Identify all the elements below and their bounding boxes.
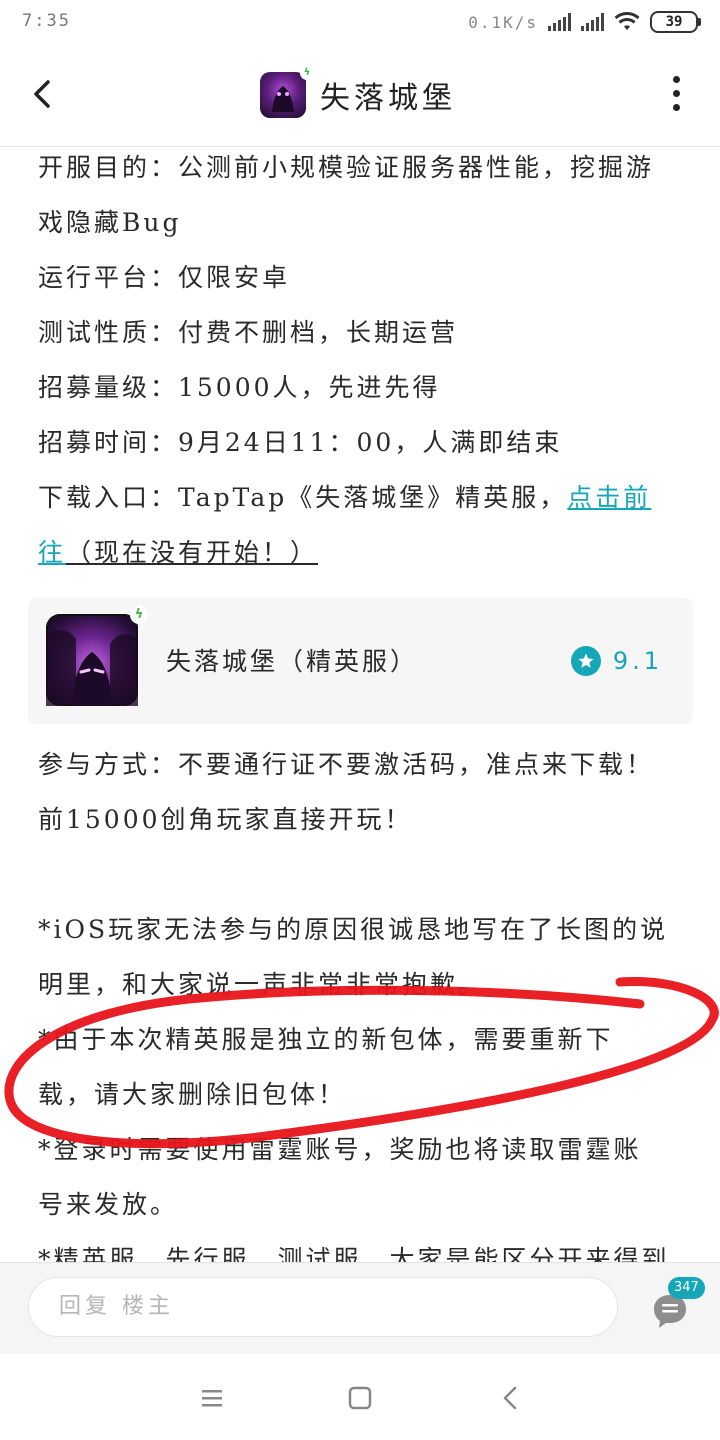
download-link[interactable]: 点击前 [567,483,651,512]
wifi-icon [614,12,640,30]
post-content: 开服目的：公测前小规模验证服务器性能，挖掘游 戏隐藏Bug 运行平台：仅限安卓 … [38,146,688,586]
rating-value: 9.1 [612,647,663,675]
post-line: 前15000创角玩家直接开玩！ [38,805,413,834]
post-line [38,853,688,908]
system-navigation [0,1354,720,1440]
status-bar: 7:35 0.1K/s 39 [0,0,720,44]
post-line: *由于本次精英服是独立的新包体，需要重新下 [38,1025,614,1054]
download-prefix: 下载入口：TapTap《失落城堡》精英服， [38,483,568,512]
nav-bar: ϟ 失落城堡 [0,44,720,147]
bolt-icon: ϟ [300,66,314,80]
signal-icon [548,13,571,31]
app-card[interactable]: ϟ 失落城堡（精英服） 9.1 [28,598,693,724]
menu-button[interactable] [198,1384,226,1412]
app-rating: 9.1 [570,646,663,676]
post-line: 戏隐藏Bug [38,208,182,237]
post-content-2: 参与方式：不要通行证不要激活码，准点来下载！ 前15000创角玩家直接开玩！ *… [38,743,688,1293]
comment-count-badge: 347 [668,1277,705,1299]
chevron-left-icon [34,80,50,108]
download-line: 下载入口：TapTap《失落城堡》精英服，点击前 [38,476,688,531]
page-title: 失落城堡 [320,81,456,116]
post-line: 招募量级：15000人，先进先得 [38,373,441,402]
post-line: 测试性质：付费不删档，长期运营 [38,318,459,347]
post-line: 载，请大家删除旧包体！ [38,1080,347,1109]
reply-input[interactable]: 回复 楼主 [28,1277,618,1337]
download-link[interactable]: 往 [38,538,66,567]
post-line: 参与方式：不要通行证不要激活码，准点来下载！ [38,750,655,779]
download-line-2: 往（现在没有开始！） [38,531,688,586]
nav-title-group: ϟ 失落城堡 [260,66,456,118]
more-vertical-icon [670,76,682,111]
home-button[interactable] [346,1384,374,1412]
square-icon [348,1386,372,1410]
app-card-icon: ϟ [46,606,148,706]
status-time: 7:35 [22,11,71,31]
post-line: 招募时间：9月24日11：00，人满即结束 [38,428,563,457]
back-button[interactable] [24,74,64,114]
download-note: （现在没有开始！） [66,538,319,567]
post-line: 开服目的：公测前小规模验证服务器性能，挖掘游 [38,153,655,182]
status-indicators: 0.1K/s 39 [468,10,701,34]
star-icon [570,646,601,676]
more-options-button[interactable] [670,76,682,116]
post-line: 号来发放。 [38,1190,179,1219]
battery-icon: 39 [650,11,701,33]
signal-icon [581,13,604,31]
post-line: *登录时需要使用雷霆账号，奖励也将读取雷霆账 [38,1135,642,1164]
app-icon: ϟ [260,66,314,118]
post-line: *iOS玩家无法参与的原因很诚恳地写在了长图的说 [38,915,669,944]
app-card-title: 失落城堡（精英服） [166,647,419,676]
post-line: 运行平台：仅限安卓 [38,263,291,292]
system-back-button[interactable] [496,1384,524,1412]
bolt-icon: ϟ [130,606,148,624]
menu-icon [202,1390,222,1407]
reply-bar: 回复 楼主 347 [0,1262,720,1355]
post-line: 明里，和大家说一声非常非常抱歉。 [38,970,487,999]
triangle-back-icon [503,1386,517,1410]
network-speed: 0.1K/s [468,12,538,32]
